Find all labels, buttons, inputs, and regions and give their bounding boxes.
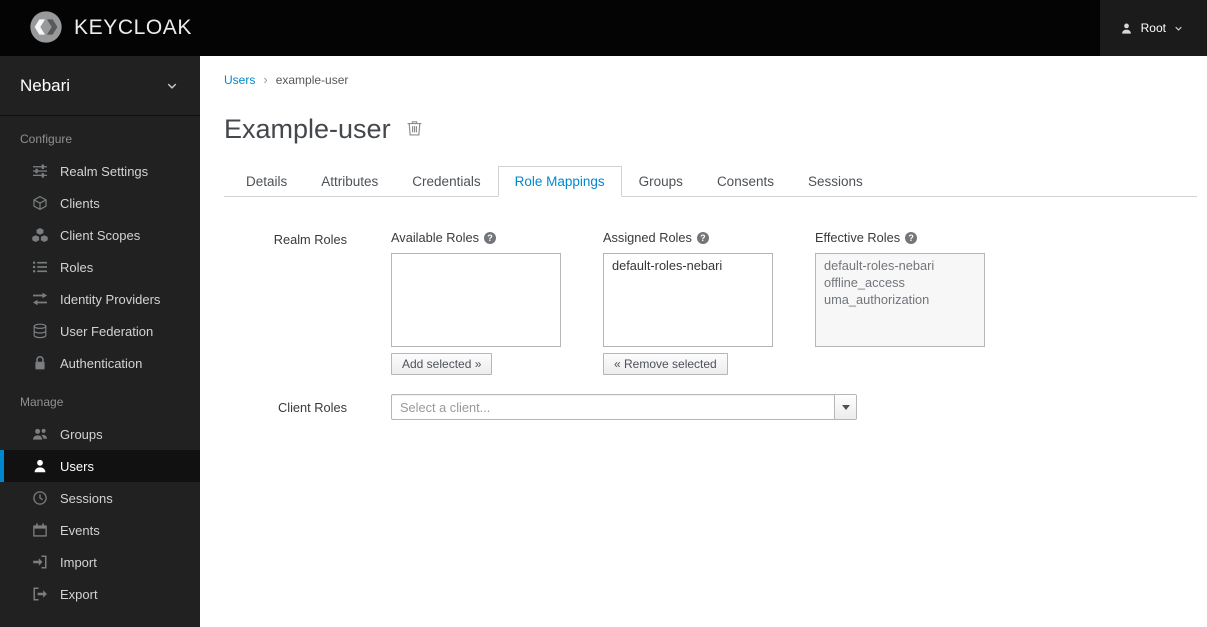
trash-icon [406, 119, 423, 140]
sidebar-item-label: Authentication [60, 355, 143, 371]
select-caret-button[interactable] [834, 395, 856, 419]
brand-title: KEYCLOAK [74, 16, 193, 39]
user-icon [32, 458, 48, 474]
help-icon[interactable] [905, 231, 918, 244]
available-roles-header: Available Roles [391, 230, 479, 245]
assigned-roles-header: Assigned Roles [603, 230, 692, 245]
sidebar-item-identity-providers[interactable]: Identity Providers [0, 283, 200, 315]
breadcrumb-link-users[interactable]: Users [224, 73, 255, 87]
sidebar-item-label: Export [60, 586, 98, 602]
assigned-roles-listbox[interactable]: default-roles-nebari [603, 253, 773, 347]
keycloak-logo-icon [27, 8, 65, 49]
chevron-down-icon [166, 80, 178, 92]
user-icon [1120, 22, 1133, 35]
tab-bar: Details Attributes Credentials Role Mapp… [224, 166, 1197, 197]
chevron-down-icon [1174, 24, 1183, 33]
sidebar-item-label: Events [60, 522, 100, 538]
cubes-icon [32, 227, 48, 243]
group-icon [32, 426, 48, 442]
sidebar-item-events[interactable]: Events [0, 514, 200, 546]
sidebar-item-realm-settings[interactable]: Realm Settings [0, 155, 200, 187]
client-select[interactable]: Select a client... [391, 394, 857, 420]
role-option: uma_authorization [824, 292, 930, 307]
sidebar-item-export[interactable]: Export [0, 578, 200, 610]
page-title: Example-user [224, 114, 391, 144]
client-roles-label: Client Roles [278, 399, 347, 415]
clock-icon [32, 490, 48, 506]
available-roles-listbox[interactable] [391, 253, 561, 347]
delete-user-button[interactable] [406, 119, 423, 140]
sidebar-item-groups[interactable]: Groups [0, 418, 200, 450]
cube-icon [32, 195, 48, 211]
remove-selected-button[interactable]: « Remove selected [603, 353, 728, 375]
main-content: Users example-user Example-user Details … [200, 56, 1207, 627]
keycloak-logo[interactable]: KEYCLOAK [0, 8, 192, 49]
realm-roles-label: Realm Roles [273, 232, 347, 247]
sidebar-item-label: Identity Providers [60, 291, 161, 307]
realm-selector[interactable]: Nebari [0, 56, 200, 116]
sidebar: Nebari Configure Realm Settings Clients … [0, 56, 200, 627]
add-selected-button[interactable]: Add selected » [391, 353, 493, 375]
help-icon[interactable] [696, 231, 709, 244]
database-icon [32, 323, 48, 339]
sidebar-item-label: Client Scopes [60, 227, 141, 243]
exchange-arrows-icon [32, 291, 48, 307]
sidebar-item-import[interactable]: Import [0, 546, 200, 578]
sidebar-item-roles[interactable]: Roles [0, 251, 200, 283]
user-menu-label: Root [1140, 21, 1166, 35]
sidebar-item-sessions[interactable]: Sessions [0, 482, 200, 514]
client-select-placeholder: Select a client... [400, 399, 491, 415]
available-roles-column: Available Roles Add selected » [391, 230, 561, 375]
sidebar-item-label: Groups [60, 426, 103, 442]
realm-name: Nebari [20, 75, 71, 95]
export-icon [32, 586, 48, 602]
sidebar-item-label: Roles [60, 259, 94, 275]
tab-role-mappings[interactable]: Role Mappings [497, 166, 622, 197]
caret-down-icon [841, 404, 850, 410]
role-option[interactable]: default-roles-nebari [604, 257, 772, 274]
sidebar-item-label: User Federation [60, 323, 154, 339]
sidebar-item-client-scopes[interactable]: Client Scopes [0, 219, 200, 251]
role-option: offline_access [824, 275, 905, 290]
tab-attributes[interactable]: Attributes [304, 166, 395, 197]
sliders-icon [32, 163, 48, 179]
sidebar-item-label: Import [60, 554, 97, 570]
tab-groups[interactable]: Groups [622, 166, 700, 197]
breadcrumb: Users example-user [224, 72, 1197, 87]
sidebar-item-user-federation[interactable]: User Federation [0, 315, 200, 347]
tab-sessions[interactable]: Sessions [791, 166, 880, 197]
sidebar-item-label: Clients [60, 195, 100, 211]
sidebar-item-label: Realm Settings [60, 163, 149, 179]
calendar-icon [32, 522, 48, 538]
nav-section-manage: Manage [20, 395, 64, 409]
effective-roles-header: Effective Roles [815, 230, 901, 245]
tab-consents[interactable]: Consents [700, 166, 791, 197]
sidebar-item-label: Sessions [60, 490, 113, 506]
breadcrumb-current: example-user [275, 72, 349, 87]
sidebar-item-authentication[interactable]: Authentication [0, 347, 200, 379]
user-menu[interactable]: Root [1099, 0, 1207, 56]
sidebar-item-users[interactable]: Users [0, 450, 200, 482]
import-icon [32, 554, 48, 570]
realm-roles-row: Realm Roles Available Roles Add selected… [224, 230, 1197, 375]
role-mappings-form: Realm Roles Available Roles Add selected… [224, 230, 1197, 420]
tab-credentials[interactable]: Credentials [395, 166, 497, 197]
effective-roles-listbox: default-roles-nebari offline_access uma_… [815, 253, 985, 347]
nav-section-configure: Configure [20, 132, 73, 146]
role-option: default-roles-nebari [824, 258, 935, 273]
help-icon[interactable] [483, 231, 496, 244]
effective-roles-column: Effective Roles default-roles-nebari off… [815, 230, 985, 375]
topbar: KEYCLOAK Root [0, 0, 1207, 56]
tab-details[interactable]: Details [229, 166, 304, 197]
sidebar-item-label: Users [60, 458, 94, 474]
breadcrumb-separator-icon [263, 72, 267, 87]
sidebar-item-clients[interactable]: Clients [0, 187, 200, 219]
client-roles-row: Client Roles Select a client... [224, 394, 1197, 420]
list-icon [32, 259, 48, 275]
lock-icon [32, 355, 48, 371]
assigned-roles-column: Assigned Roles default-roles-nebari « Re… [603, 230, 773, 375]
